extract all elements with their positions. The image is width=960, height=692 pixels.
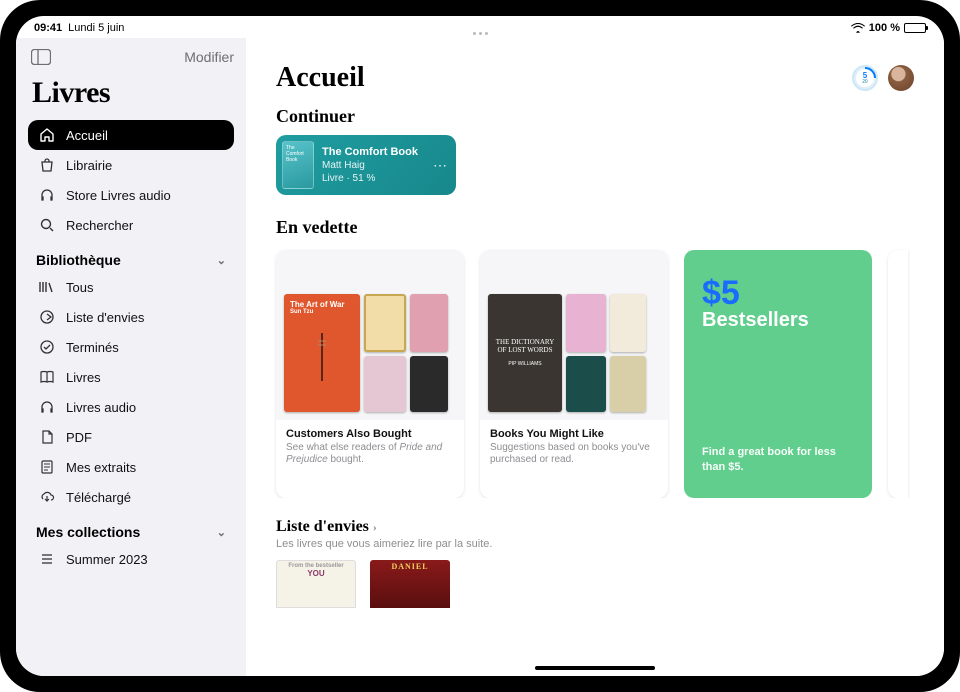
edit-button[interactable]: Modifier: [184, 49, 234, 65]
sidebar-item-excerpts[interactable]: Mes extraits: [28, 452, 234, 482]
sidebar-item-wishlist[interactable]: Liste d'envies: [28, 302, 234, 332]
home-icon: [38, 126, 56, 144]
wishlist-subtitle: Les livres que vous aimeriez lire par la…: [276, 538, 914, 550]
sidebar-item-label: PDF: [66, 430, 92, 445]
wishlist-book[interactable]: From the bestseller YOU: [276, 560, 356, 608]
sidebar-item-label: Livres audio: [66, 400, 136, 415]
page-title: Accueil: [276, 62, 365, 94]
sidebar-section-library[interactable]: Bibliothèque ⌄: [28, 240, 234, 272]
more-options-icon[interactable]: ⋯: [433, 157, 450, 174]
search-icon: [38, 216, 56, 234]
sidebar-item-audiobooks-lib[interactable]: Livres audio: [28, 392, 234, 422]
promo-subtitle: Find a great book for less than $5.: [702, 445, 854, 474]
sidebar-section-collections[interactable]: Mes collections ⌄: [28, 512, 234, 544]
continue-book-progress: Livre · 51 %: [322, 172, 425, 185]
featured-row[interactable]: The Art of War Sun Tzu: [246, 246, 944, 498]
sidebar-item-pdf[interactable]: PDF: [28, 422, 234, 452]
chevron-down-icon: ⌄: [217, 526, 226, 539]
featured-card-also-bought[interactable]: The Art of War Sun Tzu: [276, 250, 464, 498]
cover-title: The Art of War: [290, 300, 354, 309]
sidebar-item-label: Téléchargé: [66, 490, 131, 505]
document-icon: [38, 428, 56, 446]
wishlist-book[interactable]: DANIEL: [370, 560, 450, 608]
promo-title: Bestsellers: [702, 309, 854, 332]
sidebar-item-all[interactable]: Tous: [28, 272, 234, 302]
check-circle-icon: [38, 338, 56, 356]
screen: 09:41 Lundi 5 juin 100 % Modifier: [16, 16, 944, 676]
sidebar-item-label: Accueil: [66, 128, 108, 143]
wishlist-header-link[interactable]: Liste d'envies ›: [276, 518, 914, 536]
sidebar-item-accueil[interactable]: Accueil: [28, 120, 234, 150]
cover-title: THE DICTIONARY OF LOST WORDS: [494, 339, 556, 354]
cover-author: PIP WILLIAMS: [494, 361, 556, 367]
sidebar-item-label: Tous: [66, 280, 93, 295]
app-title: Livres: [32, 76, 230, 110]
sidebar-item-books[interactable]: Livres: [28, 362, 234, 392]
sidebar-item-label: Librairie: [66, 158, 112, 173]
section-label: Mes collections: [36, 524, 140, 540]
featured-promo-card[interactable]: $5 Bestsellers Find a great book for les…: [684, 250, 872, 498]
promo-price: $5: [702, 274, 854, 313]
wishlist-row[interactable]: From the bestseller YOU DANIEL: [276, 560, 914, 608]
continue-card[interactable]: TheComfortBook The Comfort Book Matt Hai…: [276, 135, 456, 195]
sidebar-item-finished[interactable]: Terminés: [28, 332, 234, 362]
continue-book-author: Matt Haig: [322, 159, 425, 172]
reading-goal-ring[interactable]: 5 20: [852, 65, 878, 91]
sidebar-toggle-icon[interactable]: [28, 44, 54, 70]
headphones-icon: [38, 186, 56, 204]
sidebar-item-label: Summer 2023: [66, 552, 148, 567]
wishlist-header: Liste d'envies: [276, 518, 369, 536]
chevron-right-icon: ›: [373, 520, 377, 535]
featured-card-title: Customers Also Bought: [286, 428, 454, 440]
home-indicator[interactable]: [535, 666, 655, 670]
book-icon: [38, 368, 56, 386]
featured-card-sub: See what else readers of Pride and Preju…: [286, 442, 454, 466]
sidebar-item-label: Rechercher: [66, 218, 133, 233]
sidebar-item-label: Livres: [66, 370, 101, 385]
continue-header: Continuer: [246, 102, 944, 135]
sidebar-item-label: Store Livres audio: [66, 188, 171, 203]
list-icon: [38, 550, 56, 568]
sidebar-item-downloaded[interactable]: Téléchargé: [28, 482, 234, 512]
main-content: Accueil 5 20 Continuer TheComfortBook: [246, 38, 944, 676]
sidebar-item-label: Liste d'envies: [66, 310, 144, 325]
sidebar-item-label: Mes extraits: [66, 460, 136, 475]
sidebar-item-collection-summer[interactable]: Summer 2023: [28, 544, 234, 574]
featured-card-sub: Suggestions based on books you've purcha…: [490, 442, 658, 466]
account-avatar[interactable]: [888, 65, 914, 91]
headphones-icon: [38, 398, 56, 416]
sidebar: Modifier Livres Accueil Librairie Store …: [16, 38, 246, 676]
wishlist-icon: [38, 308, 56, 326]
device-frame: 09:41 Lundi 5 juin 100 % Modifier: [0, 0, 960, 692]
sidebar-item-search[interactable]: Rechercher: [28, 210, 234, 240]
featured-card-title: Books You Might Like: [490, 428, 658, 440]
battery-icon: [904, 23, 926, 33]
sidebar-item-audiobooks[interactable]: Store Livres audio: [28, 180, 234, 210]
library-all-icon: [38, 278, 56, 296]
excerpts-icon: [38, 458, 56, 476]
sidebar-item-label: Terminés: [66, 340, 119, 355]
sidebar-item-librairie[interactable]: Librairie: [28, 150, 234, 180]
chevron-down-icon: ⌄: [217, 254, 226, 267]
featured-header: En vedette: [246, 213, 944, 246]
bag-icon: [38, 156, 56, 174]
section-label: Bibliothèque: [36, 252, 121, 268]
continue-book-cover: TheComfortBook: [282, 141, 314, 189]
multitask-dots[interactable]: [16, 32, 944, 35]
featured-card-peek[interactable]: [888, 250, 908, 498]
featured-card-might-like[interactable]: THE DICTIONARY OF LOST WORDS PIP WILLIAM…: [480, 250, 668, 498]
continue-book-title: The Comfort Book: [322, 145, 425, 159]
goal-of: 20: [862, 80, 868, 85]
download-cloud-icon: [38, 488, 56, 506]
